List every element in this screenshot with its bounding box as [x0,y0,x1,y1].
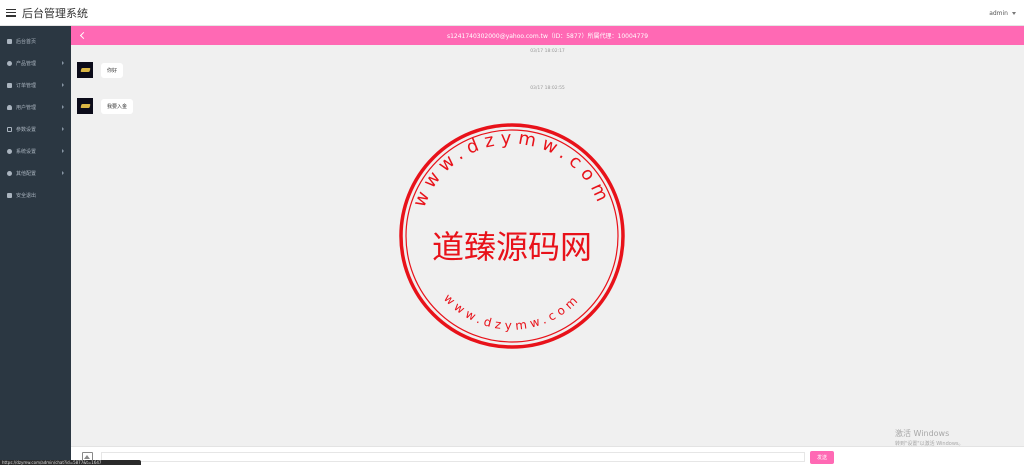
sidebar-item-label: 参数设置 [16,126,37,133]
sidebar-item-label: 订单管理 [16,82,37,89]
menu-toggle-icon[interactable] [0,0,22,26]
chevron-right-icon [62,127,64,131]
signout-icon [6,192,13,199]
sidebar: 后台首页 产品管理 订单管理 用户管理 参数设置 系统设置 其他配置 安全退出 [0,26,71,465]
stamp-ring-top: www.dzymw.com [409,128,609,211]
dashboard-icon [6,38,13,45]
avatar [77,98,93,114]
svg-text:www.dzymw.com: www.dzymw.com [409,128,615,211]
sidebar-item-label: 安全退出 [16,192,37,199]
gear-icon [6,60,13,67]
sidebar-item-label: 系统设置 [16,148,37,155]
copy-icon [6,82,13,89]
chevron-right-icon [62,171,64,175]
sidebar-item-parameters[interactable]: 参数设置 [0,118,71,140]
sidebar-item-products[interactable]: 产品管理 [0,52,71,74]
message-bubble: 你好 [101,63,124,78]
watermark-title: 激活 Windows [895,429,950,438]
sidebar-item-label: 产品管理 [16,60,37,67]
file-icon [6,126,13,133]
chat-title: s1241740302000@yahoo.com.tw（ID：5877）所属代理… [446,33,649,40]
sidebar-item-label: 用户管理 [16,104,37,111]
message-bubble: 我要入金 [101,99,134,114]
stamp-ring-bottom: www.dzymw.com [441,291,579,333]
user-icon [6,104,13,111]
app-title: 后台管理系统 [22,6,88,20]
sidebar-item-other[interactable]: 其他配置 [0,162,71,184]
svg-text:www.dzymw.com: www.dzymw.com [441,291,583,333]
chevron-right-icon [62,149,64,153]
send-button[interactable]: 发送 [810,451,834,464]
sidebar-item-logout[interactable]: 安全退出 [0,184,71,206]
sidebar-item-label: 其他配置 [16,170,37,177]
chevron-right-icon [62,61,64,65]
sidebar-item-dashboard[interactable]: 后台首页 [0,30,71,52]
windows-activation-watermark: 激活 Windows 转到"设置"以激活 Windows。 [895,428,964,447]
status-url: https://dzymw.com/admin/chat?id=5877&t=1… [0,460,141,465]
message-input[interactable] [101,452,805,462]
gears-icon [6,148,13,155]
message-input-bar: 发送 [71,446,1024,465]
cog-icon [6,170,13,177]
stamp-center-text: 道臻源码网 [432,228,592,266]
chevron-right-icon [62,83,64,87]
chat-header: s1241740302000@yahoo.com.tw（ID：5877）所属代理… [71,26,1024,45]
user-name: admin [989,9,1008,17]
stamp-seal: www.dzymw.com www.dzymw.com 道臻源码网 [399,123,625,349]
caret-down-icon [1012,11,1016,15]
back-icon[interactable] [79,31,86,40]
avatar [77,62,93,78]
chevron-right-icon [62,105,64,109]
sidebar-item-label: 后台首页 [16,38,37,45]
sidebar-item-users[interactable]: 用户管理 [0,96,71,118]
message-timestamp: 03/17 18:02:55 [530,86,565,91]
top-bar: 后台管理系统 admin [0,0,1024,26]
sidebar-item-orders[interactable]: 订单管理 [0,74,71,96]
message-timestamp: 03/17 18:02:17 [530,49,565,54]
user-menu[interactable]: admin [989,0,1016,26]
sidebar-item-system[interactable]: 系统设置 [0,140,71,162]
